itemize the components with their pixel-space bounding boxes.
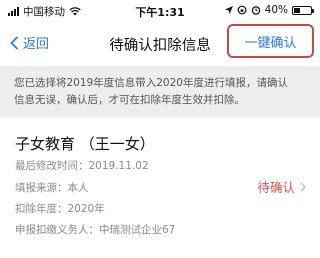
location-icon xyxy=(224,5,233,14)
notice-line: 您已选择将2019年度信息带入2020年度进行填报，请确认 xyxy=(14,77,288,89)
status-bar: 中国移动 下午1:31 40% xyxy=(0,0,320,20)
source-text: 填报来源：本人 xyxy=(15,182,89,194)
status-right: 40% xyxy=(224,4,314,16)
deduction-item-card[interactable]: 子女教育 （王一女） 最后修改时间：2019.11.02 填报来源：本人 扣除年… xyxy=(0,118,320,258)
deduction-year-text: 扣除年度：2020年 xyxy=(15,203,105,215)
back-button[interactable]: 返回 xyxy=(10,33,49,52)
item-title: 子女教育 （王一女） xyxy=(15,135,155,153)
last-modified-text: 最后修改时间：2019.11.02 xyxy=(15,160,149,172)
notice-banner: 您已选择将2019年度信息带入2020年度进行填报，请确认 信息无误，确认后，才… xyxy=(0,66,320,116)
battery-percent: 40% xyxy=(264,4,288,16)
withholder-text: 申报扣缴义务人：中瑞测试企业67 xyxy=(15,224,176,236)
navigation-bar: 返回 待确认扣除信息 一键确认 xyxy=(0,20,320,66)
alarm-icon xyxy=(251,6,260,15)
orientation-lock-icon xyxy=(237,5,247,15)
status-pending[interactable]: 待确认 xyxy=(257,177,306,196)
confirm-all-label: 一键确认 xyxy=(244,35,297,51)
notice-line: 信息无误，确认后，才可在扣除年度生效并扣除。 xyxy=(14,94,245,106)
chevron-left-icon xyxy=(10,35,19,50)
confirm-all-button[interactable]: 一键确认 xyxy=(227,24,314,58)
battery-icon xyxy=(292,5,314,15)
status-label: 待确认 xyxy=(257,180,295,195)
back-label: 返回 xyxy=(23,37,50,52)
chevron-right-icon xyxy=(300,182,306,191)
